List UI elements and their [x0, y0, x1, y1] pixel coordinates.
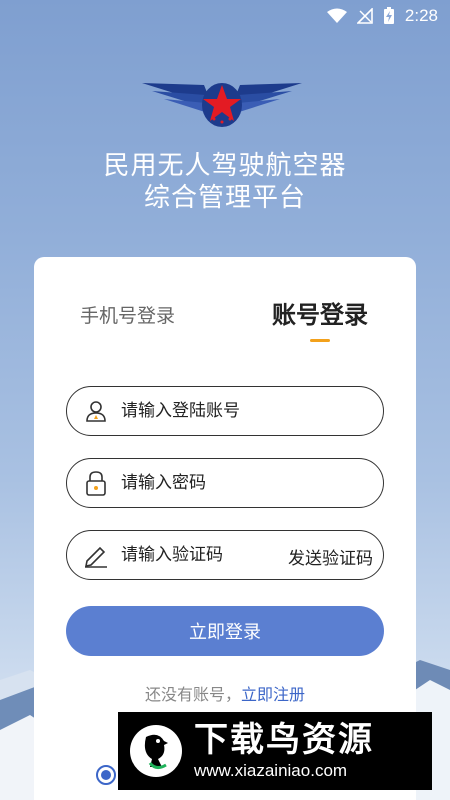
- register-prompt: 还没有账号，: [144, 685, 241, 704]
- code-input[interactable]: [121, 545, 271, 565]
- agreement-radio-dot: [101, 770, 111, 780]
- user-icon: [83, 398, 109, 424]
- tab-phone-login[interactable]: 手机号登录: [80, 301, 175, 328]
- wifi-icon: [326, 8, 347, 23]
- login-button[interactable]: 立即登录: [66, 606, 384, 656]
- account-field[interactable]: [66, 386, 384, 436]
- aviation-logo: [142, 83, 302, 127]
- register-row: 还没有账号，立即注册: [34, 681, 416, 705]
- tab-account-login[interactable]: 账号登录: [272, 295, 368, 330]
- password-input[interactable]: [121, 473, 271, 493]
- active-tab-indicator: [310, 339, 330, 342]
- status-time: 2:28: [404, 6, 438, 25]
- watermark-name: 下载鸟资源: [194, 720, 374, 760]
- password-field[interactable]: [66, 458, 384, 508]
- watermark-banner: 下载鸟资源 www.xiazainiao.com: [118, 712, 432, 790]
- status-bar: 2:28: [0, 0, 450, 32]
- account-input[interactable]: [121, 401, 271, 421]
- register-link[interactable]: 立即注册: [241, 685, 305, 704]
- send-code-button[interactable]: 发送验证码: [288, 544, 373, 569]
- watermark-text: 下载鸟资源 www.xiazainiao.com: [194, 720, 374, 782]
- app-title: 民用无人驾驶航空器 综合管理平台: [0, 150, 450, 214]
- lock-icon: [83, 470, 109, 496]
- agreement-radio[interactable]: [96, 765, 116, 785]
- login-tabs: 手机号登录 账号登录: [34, 295, 416, 345]
- battery-charging-icon: [383, 7, 394, 24]
- app-title-line1: 民用无人驾驶航空器: [103, 151, 347, 181]
- app-title-line2: 综合管理平台: [143, 183, 306, 213]
- watermark-url: www.xiazainiao.com: [194, 761, 348, 780]
- code-field[interactable]: 发送验证码: [66, 530, 384, 580]
- pen-icon: [83, 542, 109, 568]
- bird-logo-icon: [130, 725, 182, 777]
- signal-icon: [356, 8, 373, 24]
